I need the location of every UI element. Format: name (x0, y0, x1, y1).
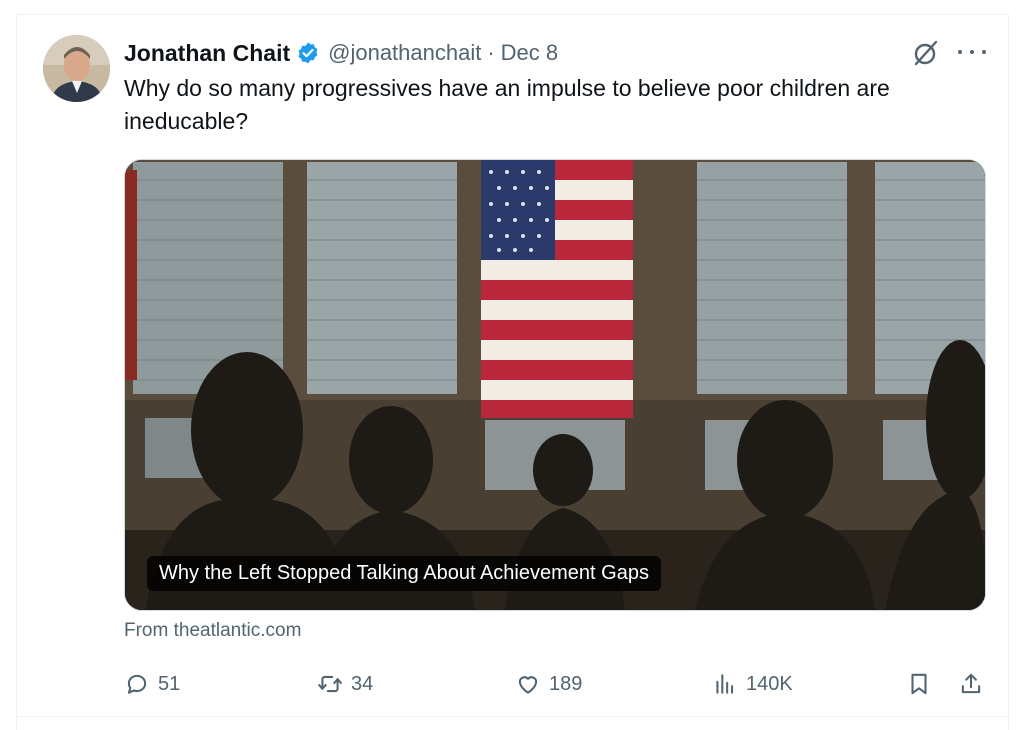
link-card-image[interactable] (124, 159, 986, 611)
tweet-text: Why do so many progressives have an impu… (124, 75, 890, 134)
header-separator: · (487, 40, 495, 65)
like-icon (518, 676, 538, 694)
tweet-header: Jonathan Chait @jonathanchait · Dec 8 (124, 37, 558, 69)
bookmark-icon (911, 673, 927, 695)
reply-button[interactable]: 51 (124, 668, 180, 700)
views-count: 140K (746, 672, 793, 695)
repost-button[interactable]: 34 (317, 668, 373, 700)
views-icon (716, 674, 734, 694)
author-name[interactable]: Jonathan Chait (124, 40, 290, 67)
link-card-source[interactable]: From theatlantic.com (124, 620, 301, 642)
repost-icon (318, 675, 342, 693)
share-button[interactable] (958, 668, 984, 700)
bookmark-button[interactable] (906, 668, 932, 700)
like-count: 189 (549, 672, 583, 695)
like-button[interactable]: 189 (515, 668, 582, 700)
grok-icon[interactable] (911, 38, 941, 68)
share-icon (961, 673, 981, 694)
views-button[interactable]: 140K (712, 668, 793, 700)
verified-badge-icon[interactable] (296, 41, 320, 65)
tweet-actions: 51 34 189 140K (124, 668, 986, 700)
reply-count: 51 (158, 672, 181, 695)
repost-count: 34 (351, 672, 374, 695)
tweet-divider (16, 716, 1009, 717)
tweet-date[interactable]: Dec 8 (501, 40, 558, 66)
author-avatar[interactable] (43, 35, 110, 102)
more-icon[interactable] (957, 40, 987, 64)
author-handle[interactable]: @jonathanchait (328, 40, 481, 66)
link-card-title[interactable]: Why the Left Stopped Talking About Achie… (147, 556, 661, 591)
reply-icon (127, 674, 147, 694)
